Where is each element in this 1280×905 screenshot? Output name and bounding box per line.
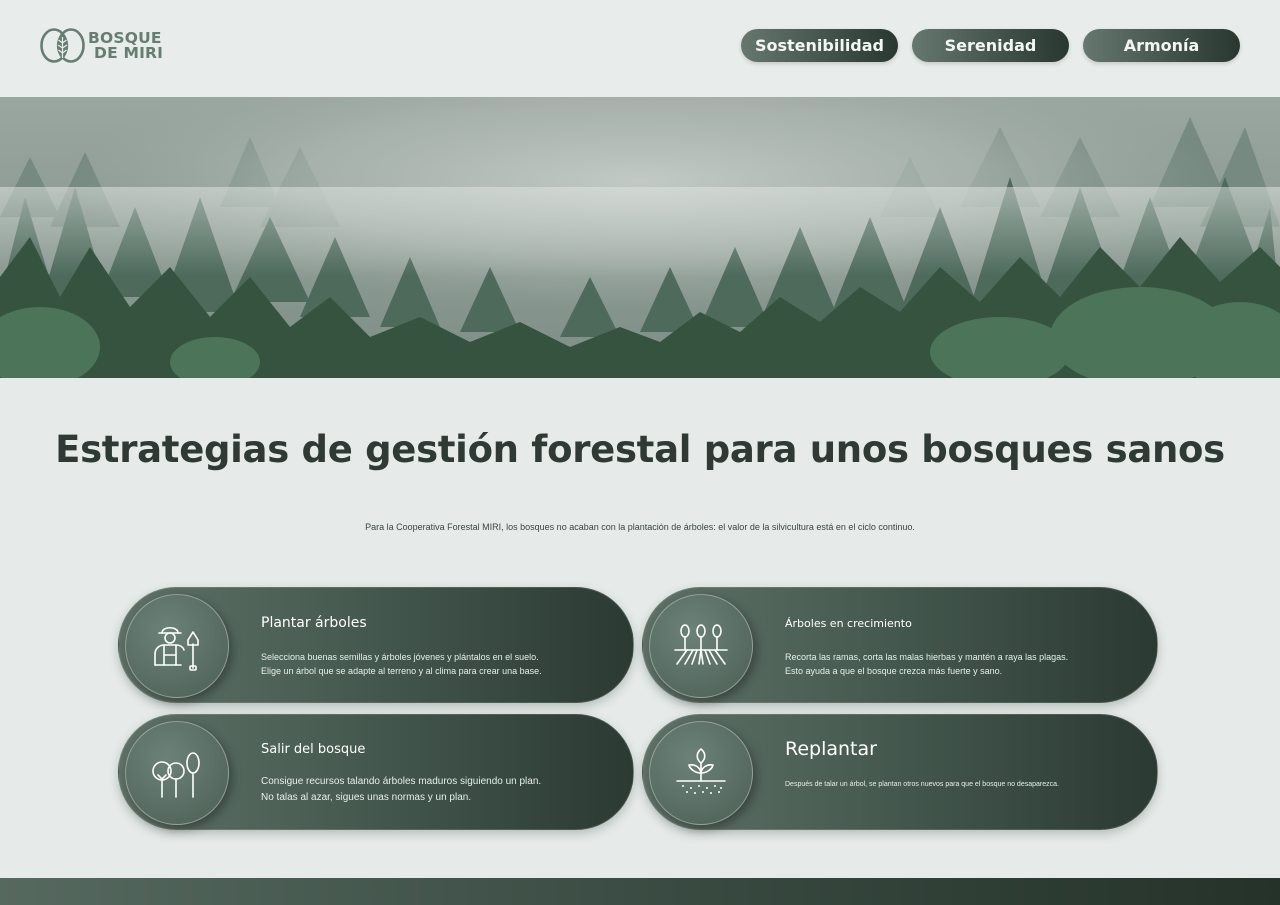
farmer-with-shovel-icon: [154, 626, 199, 671]
card-icon-circle: [649, 721, 753, 825]
card-title: Árboles en crecimiento: [785, 617, 912, 630]
brand-logo[interactable]: BOSQUE DE MIRI: [40, 28, 163, 63]
card-title: Plantar árboles: [261, 615, 367, 631]
brand-name-line2: DE MIRI: [94, 43, 164, 62]
card-arboles-en-crecimiento[interactable]: Árboles en crecimiento Recorta las ramas…: [642, 587, 1158, 703]
leaf-logo-icon: [40, 28, 85, 63]
trees-icon: [152, 752, 200, 798]
card-text-line2: Elige un árbol que se adapte al terreno …: [261, 666, 542, 676]
card-title: Salir del bosque: [261, 742, 366, 757]
card-replantar[interactable]: Replantar Después de talar un árbol, se …: [642, 714, 1158, 830]
brand-name: BOSQUE DE MIRI: [88, 30, 164, 62]
nav-button-armonia[interactable]: Armonía: [1083, 29, 1240, 62]
card-plantar-arboles[interactable]: Plantar árboles Selecciona buenas semill…: [118, 587, 634, 703]
card-text-line1: Selecciona buenas semillas y árboles jóv…: [261, 652, 539, 662]
nav-button-serenidad[interactable]: Serenidad: [912, 29, 1069, 62]
card-title: Replantar: [785, 738, 877, 760]
card-text-line1: Consigue recursos talando árboles maduro…: [261, 776, 542, 787]
card-icon-circle: [649, 594, 753, 698]
sprout-icon: [676, 748, 726, 794]
card-text-line2: No talas al azar, sigues unas normas y u…: [261, 792, 472, 803]
card-salir-del-bosque[interactable]: Salir del bosque Consigue recursos talan…: [118, 714, 634, 830]
card-icon-circle: [125, 721, 229, 825]
growing-trees-icon: [674, 624, 728, 665]
nav-button-sostenibilidad[interactable]: Sostenibilidad: [741, 29, 898, 62]
page-subtitle: Para la Cooperativa Forestal MIRI, los b…: [365, 522, 915, 532]
site-header: BOSQUE DE MIRI Sostenibilidad Serenidad …: [0, 0, 1280, 97]
page-title: Estrategias de gestión forestal para uno…: [55, 428, 1225, 471]
hero-forest-image: [0, 97, 1280, 378]
footer-bar: [0, 878, 1280, 905]
card-icon-circle: [125, 594, 229, 698]
card-text-line2: Esto ayuda a que el bosque crezca más fu…: [785, 666, 1003, 676]
card-text-line1: Después de talar un árbol, se plantan ot…: [785, 781, 1059, 788]
card-text-line1: Recorta las ramas, corta las malas hierb…: [785, 652, 1069, 662]
